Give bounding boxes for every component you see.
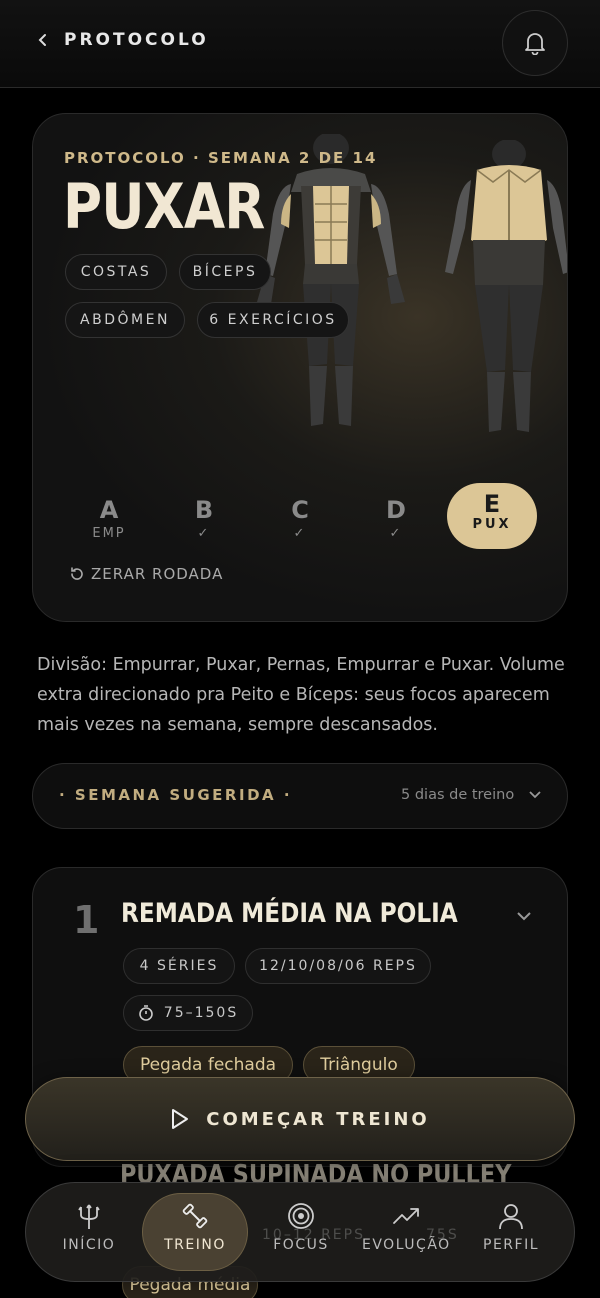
day-a-button[interactable]: A EMP — [64, 496, 154, 541]
day-status: PUX — [472, 517, 512, 532]
muscle-chip: BÍCEPS — [179, 254, 271, 290]
target-icon — [288, 1203, 314, 1229]
exercise-count-chip: 6 EXERCÍCIOS — [197, 302, 349, 338]
chevron-down-icon[interactable] — [515, 910, 533, 922]
day-status: EMP — [92, 526, 126, 541]
muscle-chip: COSTAS — [65, 254, 167, 290]
day-b-button[interactable]: B ✓ — [159, 496, 249, 541]
page-title: PROTOCOLO — [64, 30, 209, 50]
check-icon: ✓ — [197, 526, 211, 541]
nav-label: FOCUS — [273, 1237, 329, 1253]
day-e-button[interactable]: E PUX — [447, 483, 537, 549]
nav-item-evolucao[interactable]: EVOLUÇÃO — [362, 1201, 450, 1253]
user-icon — [499, 1204, 523, 1230]
muscle-chip: ABDÔMEN — [65, 302, 185, 338]
nav-label: INÍCIO — [62, 1237, 116, 1253]
nav-item-focus[interactable]: FOCUS — [256, 1201, 346, 1253]
reset-round-label: ZERAR RODADA — [91, 565, 224, 583]
workout-title: PUXAR — [63, 170, 265, 243]
play-icon — [172, 1109, 189, 1129]
notifications-button[interactable] — [502, 10, 568, 76]
check-icon: ✓ — [293, 526, 307, 541]
dumbbell-icon — [182, 1203, 208, 1229]
suggested-week-dropdown[interactable]: · SEMANA SUGERIDA · 5 dias de treino — [32, 763, 568, 829]
nav-label: TREINO — [164, 1237, 226, 1253]
exercise-title: REMADA MÉDIA NA POLIA — [121, 898, 458, 929]
nav-item-perfil[interactable]: PERFIL — [466, 1201, 556, 1253]
trend-up-icon — [393, 1208, 419, 1224]
day-letter: C — [291, 496, 309, 524]
reps-pill: 12/10/08/06 REPS — [245, 948, 431, 984]
exercise-number: 1 — [73, 898, 100, 942]
nav-item-treino[interactable]: TREINO — [150, 1201, 240, 1253]
top-bar: PROTOCOLO — [0, 0, 600, 88]
day-letter: E — [483, 490, 501, 518]
back-button[interactable]: PROTOCOLO — [36, 30, 209, 50]
training-days-text: 5 dias de treino — [401, 787, 515, 803]
day-letter: A — [99, 496, 119, 524]
day-letter: D — [386, 496, 406, 524]
suggested-week-value: 5 dias de treino — [401, 787, 542, 803]
rest-pill: 75–150S — [123, 995, 253, 1031]
reset-round-button[interactable]: ZERAR RODADA — [69, 565, 223, 583]
check-icon: ✓ — [389, 526, 403, 541]
bell-icon — [525, 33, 545, 55]
protocol-week-label: PROTOCOLO · SEMANA 2 DE 14 — [64, 149, 378, 167]
split-description: Divisão: Empurrar, Puxar, Pernas, Empurr… — [37, 655, 565, 735]
reset-icon — [71, 567, 83, 580]
chevron-down-icon — [529, 791, 541, 799]
day-c-button[interactable]: C ✓ — [255, 496, 345, 541]
body-front-icon — [257, 134, 405, 426]
nav-item-inicio[interactable]: INÍCIO — [44, 1201, 134, 1253]
trident-icon — [78, 1204, 100, 1229]
chevron-left-icon — [38, 34, 46, 46]
workout-card: PROTOCOLO · SEMANA 2 DE 14 PUXAR COSTAS … — [32, 113, 568, 622]
rest-time: 75–150S — [163, 1005, 239, 1021]
day-d-button[interactable]: D ✓ — [351, 496, 441, 541]
suggested-week-label: · SEMANA SUGERIDA · — [59, 786, 293, 804]
stopwatch-icon — [138, 1005, 153, 1021]
body-back-icon — [445, 140, 567, 432]
day-letter: B — [194, 496, 214, 524]
start-workout-button[interactable]: COMEÇAR TREINO — [25, 1077, 575, 1161]
nav-label: PERFIL — [483, 1237, 539, 1253]
start-workout-label: COMEÇAR TREINO — [206, 1108, 430, 1130]
bottom-nav: 10–12 REPS 75S INÍCIO TREINO FOCUS EVOLU… — [25, 1182, 575, 1282]
nav-label: EVOLUÇÃO — [362, 1237, 451, 1253]
sets-pill: 4 SÉRIES — [123, 948, 235, 984]
